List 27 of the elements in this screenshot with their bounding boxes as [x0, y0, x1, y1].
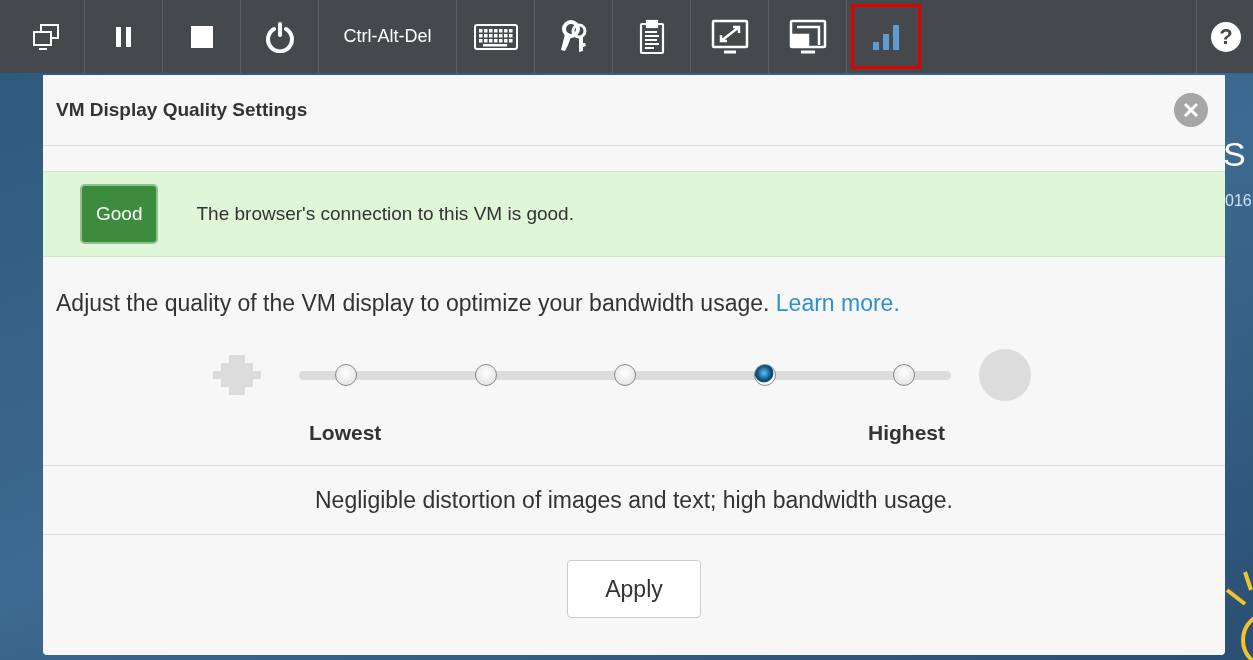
- quality-level-radio[interactable]: [614, 364, 636, 386]
- stop-icon: [189, 24, 214, 49]
- quality-level-radio[interactable]: [474, 364, 497, 386]
- quality-level-radio[interactable]: [335, 364, 357, 386]
- desktop-text: S: [1225, 135, 1247, 174]
- keyboard-icon: [473, 23, 518, 50]
- clipboard-icon: [638, 18, 665, 55]
- status-badge: Good: [80, 184, 159, 244]
- monitors-icon: [30, 21, 61, 52]
- quality-level-radio[interactable]: [893, 364, 915, 386]
- high-quality-icon: [979, 349, 1031, 401]
- status-message: The browser's connection to this VM is good.: [196, 203, 574, 225]
- intro-text: Adjust the quality of the VM display to optimize your bandwidth usage.: [56, 290, 770, 316]
- dialog-title: VM Display Quality Settings: [56, 99, 308, 121]
- close-icon: [1174, 93, 1208, 127]
- help-button[interactable]: ?: [1211, 21, 1241, 52]
- power-icon: [263, 20, 296, 53]
- highest-label: Highest: [868, 421, 945, 445]
- quality-level-radio[interactable]: [753, 364, 776, 386]
- pause-icon: [113, 24, 134, 49]
- keys-icon: [558, 19, 589, 54]
- quality-description: Negligible distortion of images and text; high bandwidth usage.: [43, 465, 1225, 535]
- apply-button[interactable]: Apply: [567, 560, 701, 618]
- resize-monitor-icon: [710, 18, 749, 55]
- display-icon: [788, 18, 827, 55]
- lowest-label: Lowest: [309, 421, 382, 445]
- desktop-text: 016: [1225, 192, 1253, 210]
